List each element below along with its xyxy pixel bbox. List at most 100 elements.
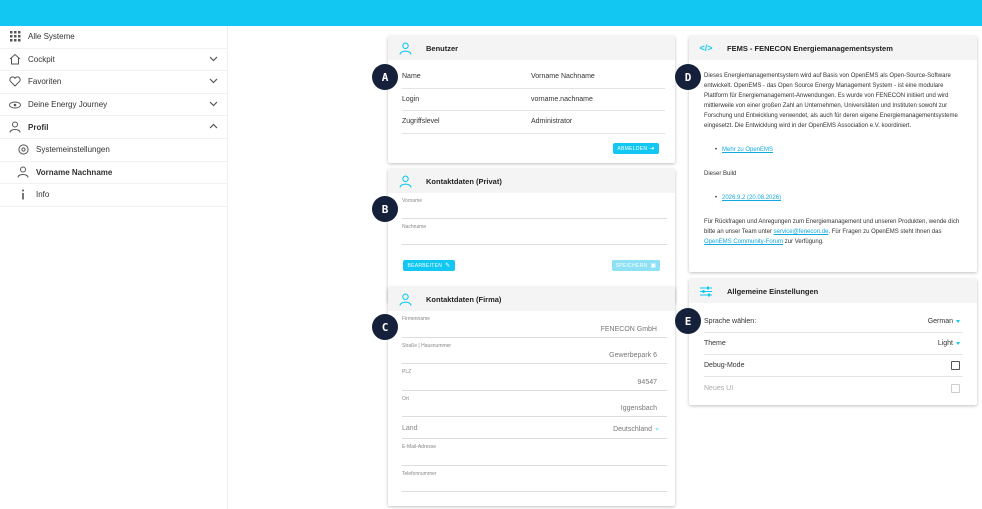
build-link[interactable]: 2026.9.2 (20.08.2026): [722, 195, 781, 201]
sidebar-item-systemeinstellungen[interactable]: Systemeinstellungen: [0, 139, 227, 162]
setting-label: Theme: [704, 340, 726, 347]
firmenname-field[interactable]: Firmenname FENECON GmbH: [402, 311, 667, 338]
save-icon: ▣: [650, 263, 657, 269]
sidebar: Alle Systeme Cockpit Favoriten Deine Ene…: [0, 26, 228, 509]
theme-select[interactable]: Light: [938, 340, 960, 347]
marker-d: D: [675, 64, 701, 90]
plz-field[interactable]: PLZ 94547: [402, 364, 667, 391]
logout-button[interactable]: ABMELDEN ⇥: [613, 143, 659, 154]
sidebar-item-cockpit[interactable]: Cockpit: [0, 49, 227, 72]
vorname-field[interactable]: Vorname: [402, 193, 667, 219]
field-value: Iggensbach: [620, 405, 657, 412]
button-label: BEARBEITEN: [407, 262, 443, 269]
card-title: Benutzer: [426, 43, 459, 53]
field-value: Gewerbepark 6: [609, 352, 657, 359]
user-icon: [398, 292, 412, 306]
marker-a: A: [372, 64, 398, 90]
setting-label: Sprache wählen:: [704, 318, 757, 325]
pencil-icon: ✎: [445, 263, 451, 269]
main-content: Benutzer Name Vorname Nachname Login vorna…: [228, 26, 982, 509]
sidebar-item-profil[interactable]: Profil: [0, 116, 227, 139]
row-key: Name: [402, 73, 421, 81]
user-icon: [398, 41, 412, 55]
debug-setting: Debug-Mode: [704, 355, 963, 377]
sidebar-item-info[interactable]: Info: [0, 184, 227, 207]
nachname-field[interactable]: Nachname: [402, 219, 667, 245]
field-label: Land: [402, 425, 418, 432]
field-label: Straße | Hausnummer: [402, 342, 452, 349]
setting-label: Neues UI: [704, 384, 734, 392]
theme-setting: Theme Light: [704, 333, 963, 355]
fems-card: </> FEMS - FENECON Energiemanagementsyst…: [689, 36, 977, 272]
sidebar-item-energy-journey[interactable]: Deine Energy Journey: [0, 94, 227, 117]
edit-button[interactable]: BEARBEITEN ✎: [403, 260, 455, 271]
sliders-icon: [699, 284, 713, 298]
field-label: E-Mail-Adresse: [402, 444, 437, 450]
field-label: Nachname: [402, 224, 427, 230]
marker-b: B: [372, 196, 398, 222]
forum-link[interactable]: OpenEMS Community-Forum: [704, 239, 783, 245]
marker-c: C: [372, 314, 398, 340]
sidebar-item-label: Systemeinstellungen: [36, 145, 110, 155]
ort-field[interactable]: Ort Iggensbach: [402, 391, 667, 417]
field-value: Deutschland: [613, 426, 659, 433]
caret-down-icon: [956, 342, 960, 345]
chevron-down-icon[interactable]: [209, 100, 218, 109]
card-title: Allgemeine Einstellungen: [727, 286, 819, 296]
card-title: Kontaktdaten (Firma): [426, 294, 502, 304]
button-label: SPEICHERN: [615, 262, 648, 269]
info-row-zugriffslevel: Zugriffslevel Administrator: [402, 111, 665, 134]
row-key: Zugriffslevel: [402, 118, 440, 126]
chevron-down-icon[interactable]: [209, 55, 218, 64]
top-bar: [0, 0, 982, 26]
build-label: Dieser Build: [704, 171, 737, 177]
field-label: Firmenname: [402, 316, 431, 322]
settings-card: Allgemeine Einstellungen Sprache wählen:…: [689, 279, 977, 405]
new-ui-checkbox[interactable]: [951, 383, 960, 393]
sidebar-item-label: Info: [36, 190, 50, 200]
sidebar-item-vorname-nachname[interactable]: Vorname Nachname: [0, 162, 227, 185]
user-icon: [16, 165, 30, 179]
user-icon: [398, 174, 412, 188]
eye-icon: [8, 98, 22, 112]
settings-icon: [16, 143, 30, 157]
contact-text-part: zur Verfügung.: [783, 239, 824, 245]
list-item: Mehr zu OpenEMS: [704, 145, 965, 155]
row-key: Login: [402, 95, 420, 103]
sidebar-item-label: Favoriten: [28, 77, 62, 87]
select-value: Light: [937, 340, 953, 347]
sidebar-item-alle-systeme[interactable]: Alle Systeme: [0, 26, 227, 49]
email-field[interactable]: E-Mail-Adresse: [402, 439, 667, 466]
card-header: Kontaktdaten (Firma): [388, 287, 675, 311]
info-icon: [16, 188, 30, 202]
email-link[interactable]: service@fenecon.de: [774, 229, 829, 235]
sidebar-item-label: Profil: [28, 122, 49, 132]
debug-mode-checkbox[interactable]: [951, 361, 960, 370]
sidebar-item-favoriten[interactable]: Favoriten: [0, 71, 227, 94]
contact-text: Für Rückfragen und Anregungen zum Energi…: [704, 217, 965, 247]
language-select[interactable]: German: [928, 318, 960, 325]
land-select[interactable]: Land Deutschland: [402, 417, 667, 439]
privat-card: Kontaktdaten (Privat) Vorname Nachname B…: [388, 169, 675, 303]
strasse-field[interactable]: Straße | Hausnummer Gewerbepark 6: [402, 338, 667, 364]
info-row-name: Name Vorname Nachname: [402, 66, 665, 89]
sidebar-item-label: Deine Energy Journey: [28, 100, 108, 110]
sidebar-item-label: Alle Systeme: [28, 32, 75, 42]
caret-down-icon: [956, 320, 960, 323]
save-button[interactable]: SPEICHERN ▣: [612, 260, 660, 271]
caret-down-icon: [655, 428, 659, 431]
card-header: Kontaktdaten (Privat): [388, 169, 675, 193]
telefon-field[interactable]: Telefonnummer: [402, 466, 667, 492]
openems-link[interactable]: Mehr zu OpenEMS: [722, 147, 773, 153]
user-icon: [8, 120, 22, 134]
select-value: Deutschland: [613, 426, 652, 433]
chevron-up-icon[interactable]: [209, 122, 218, 131]
field-label: Ort: [402, 395, 409, 402]
button-label: ABMELDEN: [617, 145, 648, 152]
language-setting: Sprache wählen: German: [704, 311, 963, 333]
info-row-login: Login vorname.nachname: [402, 89, 665, 111]
chevron-down-icon[interactable]: [209, 77, 218, 86]
marker-e: E: [675, 308, 701, 334]
row-value: vorname.nachname: [531, 95, 593, 103]
field-label: Vorname: [402, 198, 423, 204]
